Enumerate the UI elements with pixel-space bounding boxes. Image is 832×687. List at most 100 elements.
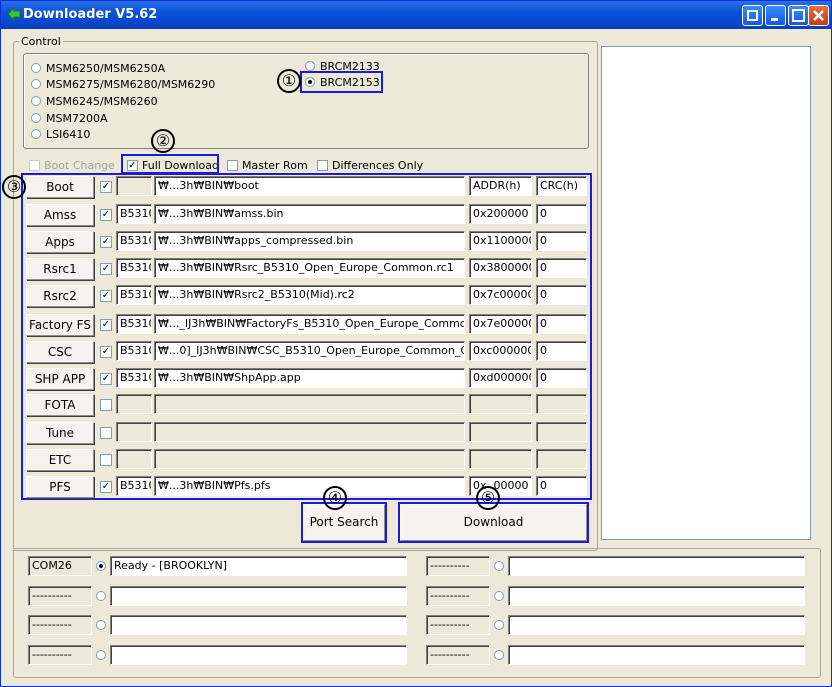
row-model-field: B5310 — [116, 231, 152, 251]
row-checkbox[interactable]: ✓ — [100, 319, 112, 331]
row-addr-field[interactable]: 0x3800000 — [469, 258, 532, 278]
row-button[interactable]: ETC — [26, 449, 94, 471]
row-button[interactable]: Amss — [26, 204, 94, 226]
radio-msm6250[interactable]: MSM6250/MSM6250A — [31, 61, 165, 75]
row-checkbox[interactable] — [100, 454, 112, 466]
row-checkbox[interactable] — [100, 427, 112, 439]
row-crc-field[interactable] — [536, 422, 587, 442]
row-checkbox[interactable]: ✓ — [100, 209, 112, 221]
checkbox-box — [29, 159, 40, 171]
row-path-field[interactable] — [154, 422, 465, 442]
port-status: Ready - [BROOKLYN] — [110, 556, 407, 576]
radio-indicator — [31, 129, 41, 139]
radio-msm6275[interactable]: MSM6275/MSM6280/MSM6290 — [31, 77, 215, 91]
port-radio[interactable] — [494, 650, 504, 660]
row-model-field — [116, 394, 152, 414]
port-radio[interactable] — [494, 620, 504, 630]
checkbox-label: Boot Change — [44, 158, 115, 172]
radio-indicator — [31, 79, 41, 89]
minimize-button[interactable] — [765, 5, 786, 26]
row-path-field[interactable]: ₩...3h₩BIN₩apps_compressed.bin — [154, 231, 465, 251]
row-button[interactable]: Tune — [26, 422, 94, 444]
row-checkbox[interactable]: ✓ — [100, 290, 112, 302]
row-path-field[interactable]: ₩...3h₩BIN₩boot — [154, 176, 465, 196]
radio-label: MSM6245/MSM6260 — [46, 94, 158, 108]
row-model-field: B5310 — [116, 314, 152, 334]
row-path-field[interactable]: ₩...3h₩BIN₩Pfs.pfs — [154, 476, 465, 496]
row-button[interactable]: Apps — [26, 231, 94, 253]
row-path-field[interactable]: ₩...3h₩BIN₩ShpApp.app — [154, 368, 465, 388]
row-addr-field[interactable]: 0x7c00000 — [469, 285, 532, 305]
row-model-field: B5310 — [116, 258, 152, 278]
row-button[interactable]: Boot — [26, 176, 94, 198]
row-addr-field[interactable]: 0x200000 — [469, 204, 532, 224]
highlight-box-4 — [301, 502, 387, 543]
row-crc-field[interactable] — [536, 394, 587, 414]
row-button[interactable]: Factory FS — [26, 314, 94, 336]
boot-change-checkbox[interactable]: Boot Change — [29, 158, 115, 172]
row-path-field[interactable]: ₩..._IJ3h₩BIN₩FactoryFs_B5310_Open_Europ… — [154, 314, 465, 334]
row-button[interactable]: SHP APP — [26, 368, 94, 390]
row-addr-field[interactable]: 0xd000000 — [469, 368, 532, 388]
row-checkbox[interactable]: ✓ — [100, 263, 112, 275]
row-button[interactable]: Rsrc1 — [26, 258, 94, 280]
row-button[interactable]: CSC — [26, 341, 94, 363]
row-checkbox[interactable]: ✓ — [100, 481, 112, 493]
port-radio[interactable] — [96, 650, 106, 660]
control-group-label: Control — [19, 35, 63, 48]
row-checkbox[interactable]: ✓ — [100, 373, 112, 385]
maximize-button[interactable] — [788, 5, 809, 26]
row-button[interactable]: Rsrc2 — [26, 285, 94, 307]
master-rom-checkbox[interactable]: Master Rom — [227, 158, 308, 172]
row-addr-field[interactable]: 0xc0000000 — [469, 341, 532, 361]
row-crc-field[interactable]: 0 — [536, 258, 587, 278]
row-path-field[interactable]: ₩...3h₩BIN₩amss.bin — [154, 204, 465, 224]
log-listbox[interactable] — [601, 46, 811, 540]
row-addr-field[interactable] — [469, 422, 532, 442]
port-radio[interactable] — [96, 561, 106, 571]
downloader-window: Downloader V5.62 Control MSM6250/MSM6250… — [0, 0, 832, 687]
row-checkbox[interactable]: ✓ — [100, 346, 112, 358]
port-radio[interactable] — [494, 561, 504, 571]
differences-only-checkbox[interactable]: Differences Only — [317, 158, 423, 172]
row-path-field[interactable] — [154, 449, 465, 469]
annotation-mark-2: ② — [151, 129, 175, 153]
row-button[interactable]: FOTA — [26, 394, 94, 416]
row-addr-field[interactable]: 0x7e00000 — [469, 314, 532, 334]
row-button[interactable]: PFS — [26, 476, 94, 498]
row-model-field: B5310 — [116, 204, 152, 224]
radio-lsi6410[interactable]: LSI6410 — [31, 127, 90, 141]
checkbox-label: Differences Only — [332, 158, 424, 172]
row-path-field[interactable]: ₩...3h₩BIN₩Rsrc_B5310_Open_Europe_Common… — [154, 258, 465, 278]
row-addr-field[interactable]: 0x1100000 — [469, 231, 532, 251]
row-crc-field[interactable]: CRC(h) — [536, 176, 587, 196]
row-crc-field[interactable]: 0 — [536, 476, 587, 496]
row-crc-field[interactable]: 0 — [536, 285, 587, 305]
port-status — [110, 645, 407, 665]
restore-button[interactable] — [742, 5, 763, 26]
row-addr-field[interactable]: ADDR(h) — [469, 176, 532, 196]
row-crc-field[interactable]: 0 — [536, 231, 587, 251]
close-button[interactable] — [808, 5, 829, 26]
row-addr-field[interactable] — [469, 449, 532, 469]
port-radio[interactable] — [494, 591, 504, 601]
row-addr-field[interactable] — [469, 394, 532, 414]
row-path-field[interactable]: ₩...3h₩BIN₩Rsrc2_B5310(Mid).rc2 — [154, 285, 465, 305]
row-crc-field[interactable] — [536, 449, 587, 469]
row-crc-field[interactable]: 0 — [536, 314, 587, 334]
row-checkbox[interactable]: ✓ — [100, 236, 112, 248]
row-checkbox[interactable]: ✓ — [100, 181, 112, 193]
row-path-field[interactable] — [154, 394, 465, 414]
radio-label: MSM6250/MSM6250A — [46, 61, 166, 75]
row-checkbox[interactable] — [100, 399, 112, 411]
radio-msm6245[interactable]: MSM6245/MSM6260 — [31, 94, 158, 108]
row-path-field[interactable]: ₩...0]_IJ3h₩BIN₩CSC_B5310_Open_Europe_Co… — [154, 341, 465, 361]
title-bar[interactable]: Downloader V5.62 — [1, 1, 831, 29]
row-crc-field[interactable]: 0 — [536, 204, 587, 224]
port-radio[interactable] — [96, 620, 106, 630]
row-crc-field[interactable]: 0 — [536, 368, 587, 388]
port-radio[interactable] — [96, 591, 106, 601]
row-crc-field[interactable]: 0 — [536, 341, 587, 361]
row-model-field: B5310 — [116, 368, 152, 388]
radio-msm7200a[interactable]: MSM7200A — [31, 111, 107, 125]
